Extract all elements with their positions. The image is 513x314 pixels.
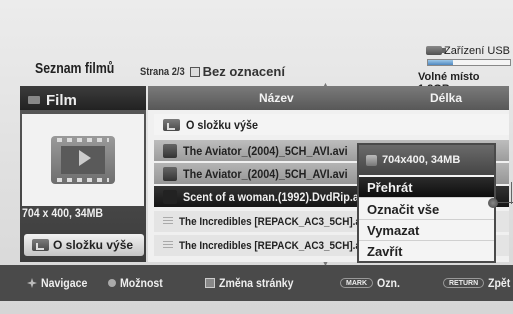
list-item-up-folder[interactable]: O složku výše <box>154 114 509 135</box>
navigation-icon <box>27 278 37 288</box>
popup-info-text: 704x400, 34MB <box>382 154 461 166</box>
footer-page-change[interactable]: Změna stránky <box>205 276 304 290</box>
page-number: Strana 2/3 <box>140 65 185 78</box>
footer-options-label: Možnost <box>120 276 163 290</box>
folder-up-icon <box>32 239 49 251</box>
video-file-icon <box>163 189 177 204</box>
footer-options[interactable]: Možnost <box>108 276 169 290</box>
list-item-label: The Aviator_(2004)_5CH_AVI.avi <box>183 143 348 158</box>
page-indicator: Strana 2/3 Bez oznacení <box>140 64 285 79</box>
footer-mark[interactable]: MARK Ozn. <box>340 276 403 290</box>
preview-thumbnail <box>22 114 144 206</box>
popup-info: 704x400, 34MB <box>359 145 494 175</box>
list-header: Název Délka <box>148 86 509 110</box>
video-file-icon <box>163 143 177 158</box>
pointer-dot-icon <box>488 198 498 208</box>
options-icon <box>108 279 116 287</box>
film-perforation <box>57 178 109 182</box>
mark-key-icon: MARK <box>340 278 373 288</box>
category-header: Film <box>20 86 146 110</box>
list-item-label: Scent of a woman.(1992).DvdRip.avi <box>183 189 368 204</box>
film-thumbnail-icon <box>51 136 115 184</box>
list-item-label: O složku výše <box>186 117 259 132</box>
options-popup: 704x400, 34MB Přehrát Označit vše Vymaza… <box>357 143 496 263</box>
menu-item-play[interactable]: Přehrát <box>359 177 494 198</box>
mark-status: Bez oznacení <box>202 64 285 79</box>
preview-info-text: 704 x 400, 34MB <box>22 206 104 220</box>
footer-navigation-label: Navigace <box>41 276 88 290</box>
footer-return-label: Zpět <box>488 276 511 290</box>
preview-panel: Film 704 x 400, 34MB O složku výše <box>20 86 146 262</box>
page-title: Seznam filmů <box>35 60 115 77</box>
usb-icon <box>426 46 446 55</box>
footer-mark-label: Ozn. <box>377 276 400 290</box>
film-icon <box>28 96 40 104</box>
footer-bar: Navigace Možnost Změna stránky MARK Ozn.… <box>0 265 513 301</box>
free-space-bar <box>427 59 511 66</box>
video-file-icon <box>163 241 173 250</box>
video-file-icon <box>366 154 377 166</box>
menu-item-mark-all[interactable]: Označit vše <box>359 199 494 220</box>
preview-info: 704 x 400, 34MB <box>20 206 146 226</box>
list-item-label: The Aviator_(2004)_5CH_AVI.avi <box>183 166 348 181</box>
edge-marker <box>511 182 512 204</box>
menu-item-delete[interactable]: Vymazat <box>359 220 494 241</box>
footer-page-change-label: Změna stránky <box>219 276 294 290</box>
up-folder-button[interactable]: O složku výše <box>24 234 144 256</box>
return-key-icon: RETURN <box>443 278 485 288</box>
device-label: Zařízení USB <box>444 45 511 57</box>
video-file-icon <box>163 217 173 226</box>
menu-item-close[interactable]: Zavřít <box>359 241 494 262</box>
play-icon <box>79 150 91 166</box>
folder-up-icon <box>163 118 180 131</box>
column-length-header: Délka <box>430 91 463 105</box>
column-name-header: Název <box>259 91 294 105</box>
video-file-icon <box>163 166 177 181</box>
list-item-label: The Incredibles [REPACK_AC3_5CH].avi <box>179 239 370 252</box>
list-item-label: The Incredibles [REPACK_AC3_5CH].avi <box>179 215 370 228</box>
category-label: Film <box>46 91 77 109</box>
film-perforation <box>57 138 109 142</box>
free-space-bar-fill <box>428 60 453 65</box>
footer-navigation: Navigace <box>27 276 94 290</box>
checkbox-icon <box>189 66 200 77</box>
up-folder-label: O složku výše <box>53 238 134 252</box>
screen: Zařízení USB Volné místo 1.8GB Seznam fi… <box>0 0 513 314</box>
page-change-icon <box>205 278 215 288</box>
footer-return[interactable]: RETURN Zpět <box>443 276 513 290</box>
